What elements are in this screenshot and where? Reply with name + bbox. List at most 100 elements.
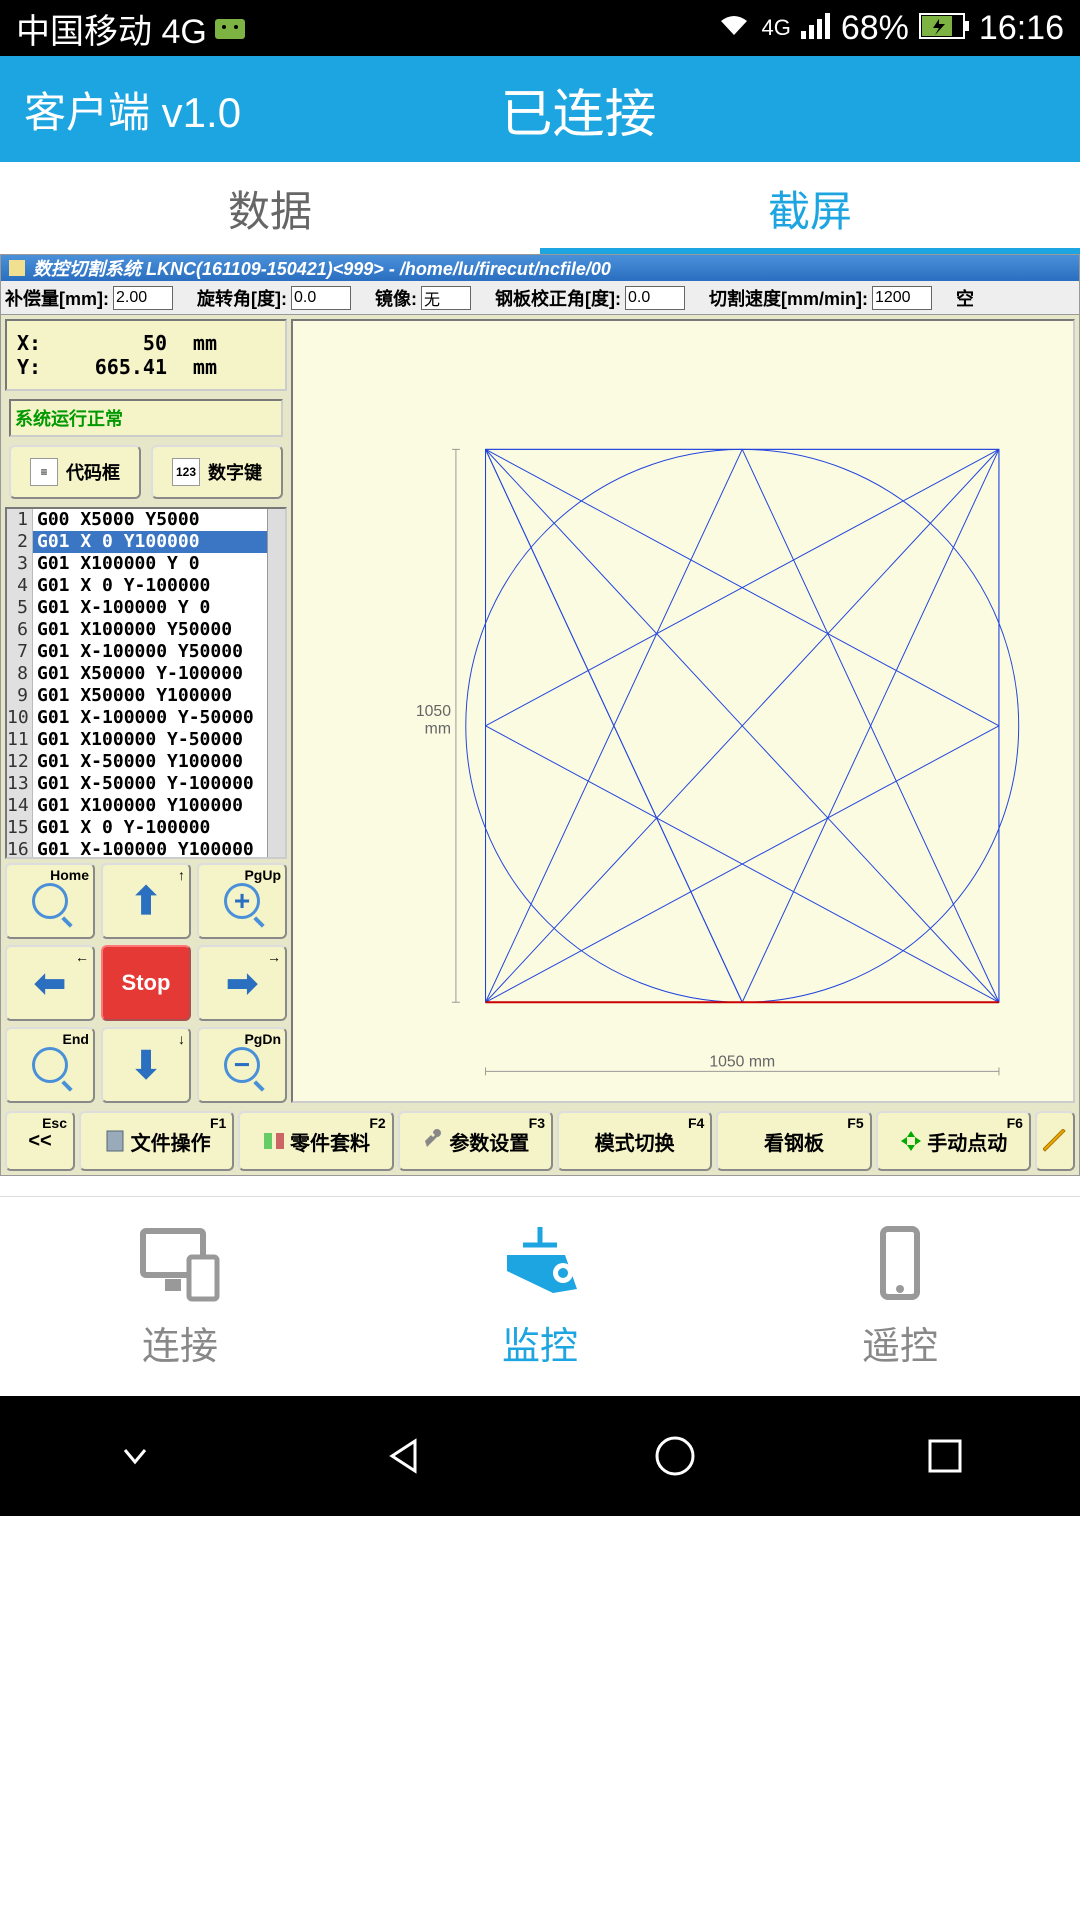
rot-input[interactable] xyxy=(291,286,351,310)
y-unit: mm xyxy=(167,355,217,379)
f6-jog-button[interactable]: F6手动点动 xyxy=(876,1111,1031,1171)
android-status-bar: 中国移动 4G 4G 68% 16:16 xyxy=(0,0,1080,56)
gcode-row[interactable]: 5G01 X-100000 Y 0 xyxy=(7,597,285,619)
canvas-x-label: 1050 mm xyxy=(709,1053,775,1070)
nav-grid: Home ↑⬆ PgUp+ ←⬅ Stop →➡ End ↓⬇ PgDn− xyxy=(5,863,287,1103)
f5-plate-button[interactable]: F5看钢板 xyxy=(716,1111,871,1171)
f1-file-button[interactable]: F1文件操作 xyxy=(79,1111,234,1171)
ruler-icon xyxy=(1043,1129,1067,1153)
up-button[interactable]: ↑⬆ xyxy=(101,863,191,939)
f3-params-button[interactable]: F3参数设置 xyxy=(398,1111,553,1171)
tab-data[interactable]: 数据 xyxy=(0,162,540,254)
phone-icon xyxy=(855,1223,945,1303)
android-icon xyxy=(215,9,245,48)
code-view-button[interactable]: ≡代码框 xyxy=(9,445,141,499)
nav-connect[interactable]: 连接 xyxy=(0,1197,360,1396)
battery-icon xyxy=(919,9,969,48)
pgup-button[interactable]: PgUp+ xyxy=(197,863,287,939)
gcode-row[interactable]: 15G01 X 0 Y-100000 xyxy=(7,817,285,839)
gcode-row[interactable]: 6G01 X100000 Y50000 xyxy=(7,619,285,641)
gcode-row[interactable]: 10G01 X-100000 Y-50000 xyxy=(7,707,285,729)
gcode-row[interactable]: 9G01 X50000 Y100000 xyxy=(7,685,285,707)
gcode-row[interactable]: 14G01 X100000 Y100000 xyxy=(7,795,285,817)
f2-nest-button[interactable]: F2零件套料 xyxy=(238,1111,393,1171)
gcode-row[interactable]: 3G01 X100000 Y 0 xyxy=(7,553,285,575)
canvas-y-label: 1050 xyxy=(416,703,451,720)
wifi-icon xyxy=(717,9,751,48)
gcode-row[interactable]: 8G01 X50000 Y-100000 xyxy=(7,663,285,685)
cnc-window: 数控切割系统 LKNC(161109-150421)<999> - /home/… xyxy=(0,254,1080,1176)
right-button[interactable]: →➡ xyxy=(197,945,287,1021)
gcode-row[interactable]: 11G01 X100000 Y-50000 xyxy=(7,729,285,751)
function-bar: Esc<< F1文件操作 F2零件套料 F3参数设置 F4模式切换 F5看钢板 … xyxy=(1,1107,1079,1175)
y-label: Y: xyxy=(17,355,67,379)
monitor-icon xyxy=(135,1223,225,1303)
carrier-label: 中国移动 4G xyxy=(16,4,207,53)
end-button[interactable]: End xyxy=(5,1027,95,1103)
scrollbar[interactable] xyxy=(267,509,285,857)
numpad-icon: 123 xyxy=(172,458,200,486)
gcode-row[interactable]: 13G01 X-50000 Y-100000 xyxy=(7,773,285,795)
gcode-list[interactable]: 1G00 X5000 Y50002G01 X 0 Y1000003G01 X10… xyxy=(5,507,287,859)
android-back-button[interactable] xyxy=(375,1426,435,1486)
mirror-input[interactable] xyxy=(421,286,471,310)
cnc-params-bar: 补偿量[mm]: 旋转角[度]: 镜像: 钢板校正角[度]: 切割速度[mm/m… xyxy=(1,281,1079,315)
gcode-row[interactable]: 1G00 X5000 Y5000 xyxy=(7,509,285,531)
y-value: 665.41 xyxy=(67,355,167,379)
platecorr-input[interactable] xyxy=(625,286,685,310)
arrow-right-icon: ➡ xyxy=(226,961,258,1006)
arrow-down-icon: ⬇ xyxy=(130,1043,162,1088)
file-icon xyxy=(103,1129,127,1153)
svg-text:mm: mm xyxy=(425,721,451,738)
gcode-row[interactable]: 12G01 X-50000 Y100000 xyxy=(7,751,285,773)
clock: 16:16 xyxy=(979,9,1064,48)
signal-label: 4G xyxy=(761,15,790,41)
camera-icon xyxy=(495,1223,585,1303)
home-button[interactable]: Home xyxy=(5,863,95,939)
zoom-fit-icon xyxy=(32,1047,68,1083)
cutspeed-input[interactable] xyxy=(872,286,932,310)
stop-button[interactable]: Stop xyxy=(101,945,191,1021)
coords-box: X:50mm Y:665.41mm xyxy=(5,319,287,391)
signal-bars-icon xyxy=(801,9,831,48)
gcode-row[interactable]: 16G01 X-100000 Y100000 xyxy=(7,839,285,859)
nav-monitor-label: 监控 xyxy=(502,1315,578,1370)
x-value: 50 xyxy=(67,331,167,355)
numpad-button[interactable]: 123数字键 xyxy=(151,445,283,499)
zoom-home-icon xyxy=(32,883,68,919)
esc-button[interactable]: Esc<< xyxy=(5,1111,75,1171)
list-icon: ≡ xyxy=(30,458,58,486)
app-icon xyxy=(9,260,25,276)
cnc-title: 数控切割系统 LKNC(161109-150421)<999> - /home/… xyxy=(33,255,611,281)
platecorr-label: 钢板校正角[度]: xyxy=(495,285,621,311)
down-button[interactable]: ↓⬇ xyxy=(101,1027,191,1103)
x-label: X: xyxy=(17,331,67,355)
nav-remote[interactable]: 遥控 xyxy=(720,1197,1080,1396)
tab-screenshot[interactable]: 截屏 xyxy=(540,162,1080,254)
left-button[interactable]: ←⬅ xyxy=(5,945,95,1021)
gcode-row[interactable]: 4G01 X 0 Y-100000 xyxy=(7,575,285,597)
nav-monitor[interactable]: 监控 xyxy=(360,1197,720,1396)
cnc-canvas[interactable]: 1050 mm 1050 mm xyxy=(291,319,1075,1103)
nav-connect-label: 连接 xyxy=(142,1315,218,1370)
arrow-left-icon: ⬅ xyxy=(34,961,66,1006)
cnc-left-panel: X:50mm Y:665.41mm 系统运行正常 ≡代码框 123数字键 1G0… xyxy=(1,315,291,1107)
android-menu-button[interactable] xyxy=(105,1426,165,1486)
gcode-row[interactable]: 2G01 X 0 Y100000 xyxy=(7,531,285,553)
android-recent-button[interactable] xyxy=(915,1426,975,1486)
comp-input[interactable] xyxy=(113,286,173,310)
cutspeed-label: 切割速度[mm/min]: xyxy=(709,285,868,311)
rot-label: 旋转角[度]: xyxy=(197,285,287,311)
zoom-out-icon: − xyxy=(224,1047,260,1083)
nest-icon xyxy=(262,1129,286,1153)
gcode-row[interactable]: 7G01 X-100000 Y50000 xyxy=(7,641,285,663)
f7-button[interactable] xyxy=(1035,1111,1075,1171)
f4-mode-button[interactable]: F4模式切换 xyxy=(557,1111,712,1171)
android-home-button[interactable] xyxy=(645,1426,705,1486)
wrench-icon xyxy=(421,1129,445,1153)
empty-label: 空 xyxy=(956,285,974,311)
battery-pct: 68% xyxy=(841,9,909,48)
pgdn-button[interactable]: PgDn− xyxy=(197,1027,287,1103)
comp-label: 补偿量[mm]: xyxy=(5,285,109,311)
jog-icon xyxy=(899,1129,923,1153)
